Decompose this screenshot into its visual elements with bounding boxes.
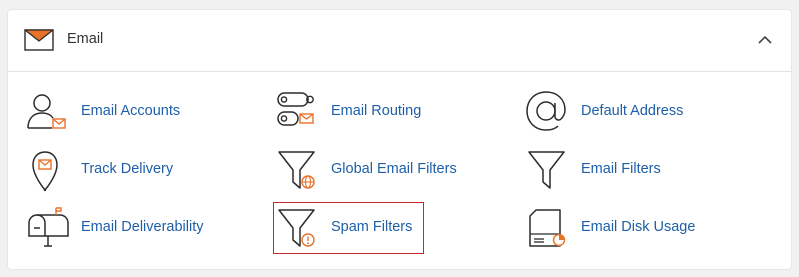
chevron-up-icon[interactable] [755, 30, 775, 50]
email-filters-label: Email Filters [581, 161, 661, 177]
panel-title: Email [67, 31, 104, 47]
mailbox-icon [28, 207, 69, 247]
track-delivery-item[interactable]: Track Delivery [26, 148, 256, 198]
spam-filters-highlight [273, 202, 424, 254]
email-filters-item[interactable]: Email Filters [526, 148, 756, 198]
default-address-item[interactable]: Default Address [526, 90, 756, 140]
email-disk-usage-item[interactable]: Email Disk Usage [526, 206, 756, 256]
disk-usage-icon [529, 209, 566, 247]
envelope-icon [24, 29, 54, 51]
track-delivery-label: Track Delivery [81, 161, 174, 177]
email-disk-usage-label: Email Disk Usage [581, 219, 696, 235]
email-accounts-label: Email Accounts [81, 103, 181, 119]
global-email-filters-item[interactable]: Global Email Filters [276, 148, 506, 198]
global-email-filters-label: Global Email Filters [331, 161, 457, 177]
filter-icon [528, 151, 565, 189]
at-sign-icon [526, 91, 566, 131]
email-deliverability-label: Email Deliverability [81, 219, 204, 235]
location-pin-mail-icon [32, 151, 58, 192]
filter-globe-icon [278, 151, 315, 189]
email-accounts-item[interactable]: Email Accounts [26, 90, 256, 140]
email-routing-item[interactable]: Email Routing [276, 90, 506, 140]
default-address-label: Default Address [581, 103, 684, 119]
email-deliverability-item[interactable]: Email Deliverability [26, 206, 256, 256]
email-routing-label: Email Routing [331, 103, 422, 119]
email-panel: Email Email Accounts Email Routing Defau… [8, 10, 791, 269]
panel-header[interactable]: Email [8, 10, 791, 72]
routing-icon [277, 92, 314, 126]
user-mail-icon [27, 94, 66, 129]
